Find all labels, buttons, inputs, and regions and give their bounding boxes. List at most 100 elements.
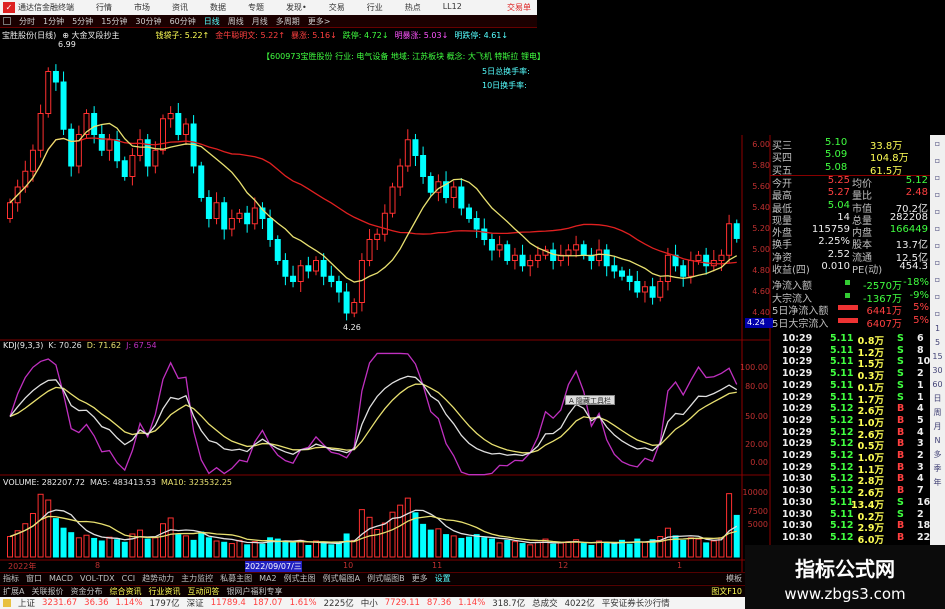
volume-bar: [466, 536, 472, 558]
sidebar-period[interactable]: N: [930, 434, 945, 448]
info-tab[interactable]: 综合资讯: [109, 586, 141, 597]
info-tab[interactable]: 互动问答: [187, 586, 219, 597]
flow-row: 5日大宗流入 6407万 5%: [770, 315, 930, 330]
stat-row: 净资 2.52 流通 12.5亿: [770, 248, 930, 264]
tick-time: 10:30: [782, 508, 813, 520]
candle: [320, 260, 327, 277]
sidebar-period[interactable]: 5: [930, 336, 945, 350]
tick-count: 2: [917, 450, 924, 461]
tick-row: 10:29 5.11 1.2万 S 8: [782, 345, 930, 359]
price-tick: 5.80: [752, 161, 770, 170]
candle: [114, 139, 121, 162]
volume-bar: [335, 541, 342, 558]
tick-count: 22: [917, 531, 931, 543]
flow-pct: -9%: [909, 289, 929, 301]
candle: [680, 265, 687, 277]
volume-bar: [152, 537, 159, 558]
candle: [29, 149, 36, 172]
order-price: 5.08: [825, 161, 848, 173]
candle: [596, 249, 603, 261]
volume-bar: [213, 540, 220, 558]
tick-time: 10:29: [782, 426, 813, 438]
tick-row: 10:30 5.11 0.2万 S 2: [782, 508, 930, 523]
indicator-tab[interactable]: 例式幅图B: [367, 573, 405, 584]
volume-bar: [45, 499, 52, 558]
tool-icon[interactable]: ▫: [930, 152, 945, 169]
candle: [37, 113, 44, 151]
order-book-row: 买五 5.08 61.5万: [770, 161, 930, 177]
tick-price: 5.11: [830, 379, 854, 391]
tick-time: 10:29: [782, 379, 813, 391]
sidebar-period[interactable]: 60: [930, 378, 945, 392]
sidebar-period[interactable]: 30: [930, 364, 945, 378]
volume-bar: [527, 544, 534, 558]
template-tab[interactable]: 模板: [726, 573, 742, 584]
candle: [488, 239, 495, 251]
indicator-tab[interactable]: 主力监控: [181, 573, 213, 584]
volume-bar: [83, 534, 90, 558]
candle: [244, 212, 251, 225]
indicator-tab[interactable]: MA2: [259, 574, 276, 583]
tick-row: 10:29 5.11 0.8万 S 6: [782, 333, 930, 347]
date-label: 12: [558, 561, 569, 570]
tick-row: 10:29 5.12 2.6万 B 4: [782, 426, 930, 441]
sidebar-period[interactable]: 周: [930, 406, 945, 420]
floating-toolbar[interactable]: A 隐藏工具栏: [565, 395, 616, 405]
tick-time: 10:30: [782, 485, 813, 497]
indicator-tab[interactable]: 私募主图: [220, 573, 252, 584]
volume-bar: [664, 527, 671, 558]
stat-value: 5.27: [827, 187, 850, 199]
sidebar-period[interactable]: 年: [930, 476, 945, 490]
indicator-value: 暴涨: 5.16↓: [291, 31, 337, 40]
volume-bar: [198, 531, 205, 558]
tool-icon[interactable]: ▫: [930, 237, 945, 254]
indicator-tab[interactable]: 窗口: [26, 573, 42, 584]
indicator-tab[interactable]: 更多: [412, 573, 428, 584]
indicator-tab[interactable]: MACD: [49, 574, 73, 583]
stat-value: 2.52: [827, 248, 850, 260]
volume-bar: [703, 542, 710, 558]
period-sidebar: ▫ ▫ ▫ ▫ ▫ ▫ ▫ ▫ ▫ ▫ ▫ 1 5 15 30 60 日周月 N 多季年: [930, 135, 945, 575]
tick-count: 16: [917, 496, 931, 508]
indicator-tab[interactable]: CCI: [122, 574, 136, 583]
indicator-tab[interactable]: 指标: [3, 573, 19, 584]
volume-bar: [435, 528, 442, 558]
volume-bar: [488, 538, 495, 558]
tick-price: 5.12: [830, 450, 854, 461]
tool-icon[interactable]: ▫: [930, 220, 945, 237]
stat-label: 收益(四): [772, 265, 810, 276]
info-tab[interactable]: 银网户福利专享: [226, 586, 282, 597]
status-icon: [3, 599, 11, 607]
info-tab[interactable]: 关联报价: [31, 586, 63, 597]
kdj-tick: 100.00: [740, 363, 768, 372]
info-tab[interactable]: 资金分布: [70, 586, 102, 597]
indicator-tab[interactable]: 设置: [435, 573, 451, 584]
tool-icon[interactable]: ▫: [930, 288, 945, 305]
info-tab[interactable]: 行业资讯: [148, 586, 180, 597]
tool-icon[interactable]: ▫: [930, 186, 945, 203]
volume-bar: [626, 543, 633, 558]
tool-icon[interactable]: ▫: [930, 135, 945, 152]
f10-tab[interactable]: 图文F10: [711, 586, 742, 597]
tool-icon[interactable]: ▫: [930, 271, 945, 288]
sidebar-period[interactable]: 15: [930, 350, 945, 364]
sidebar-period[interactable]: 日: [930, 392, 945, 406]
volume-bar: [182, 535, 189, 558]
indicator-tab[interactable]: 趋势动力: [142, 573, 174, 584]
tool-icon[interactable]: ▫: [930, 305, 945, 322]
indicator-tab[interactable]: 例式幅图A: [323, 573, 360, 584]
indicator-tab[interactable]: VOL-TDX: [80, 574, 115, 583]
volume-bar: [343, 533, 350, 558]
zx-amount: 318.7亿: [492, 599, 526, 609]
tick-row: 10:30 5.12 6.0万 B 22: [782, 531, 931, 546]
sidebar-period[interactable]: 多: [930, 448, 945, 462]
sidebar-period[interactable]: 月: [930, 420, 945, 434]
indicator-tab[interactable]: 例式主图: [284, 573, 316, 584]
volume-bar: [481, 537, 488, 558]
tool-icon[interactable]: ▫: [930, 254, 945, 271]
sidebar-period[interactable]: 1: [930, 322, 945, 336]
tool-icon[interactable]: ▫: [930, 203, 945, 220]
info-tab[interactable]: 扩展A: [3, 586, 24, 597]
sidebar-period[interactable]: 季: [930, 462, 945, 476]
tool-icon[interactable]: ▫: [930, 169, 945, 186]
